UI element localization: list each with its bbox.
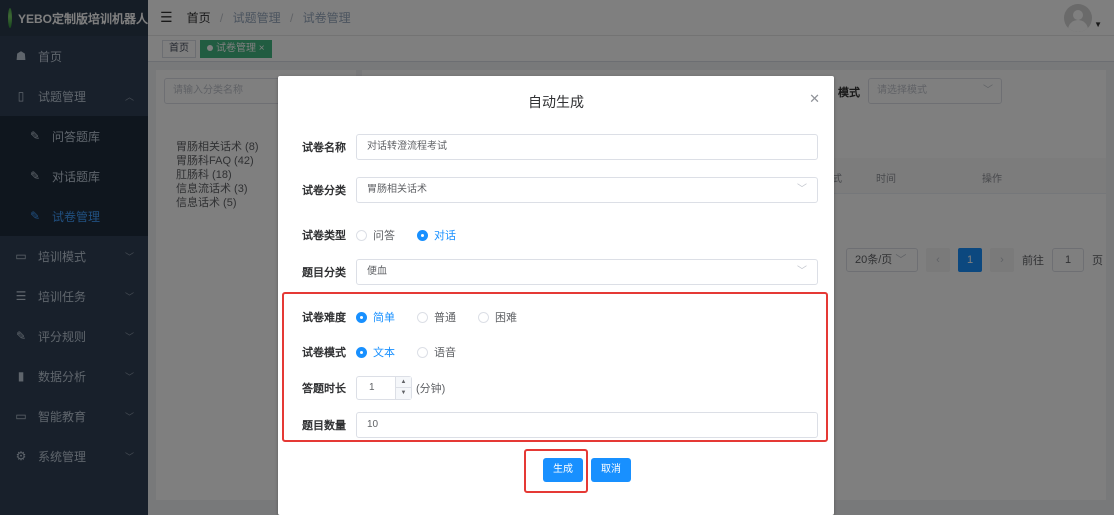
form-row-subject: 题目分类 便血 ﹀ [278, 259, 834, 285]
form-row-category: 试卷分类 胃肠相关话术 ﹀ [278, 177, 834, 203]
chevron-down-icon: ﹀ [797, 184, 807, 195]
radio-circle [356, 229, 367, 241]
exam-type-label: 试卷类型 [302, 230, 346, 242]
subject-category-label: 题目分类 [302, 267, 346, 279]
subject-category-select[interactable]: 便血 ﹀ [356, 259, 818, 285]
cancel-button[interactable]: 取消 [591, 458, 631, 482]
type-radio-qa[interactable]: 问答 [356, 227, 395, 243]
radio-circle [417, 229, 428, 241]
exam-name-input[interactable]: 对话转澄流程考试 [356, 134, 818, 160]
form-row-name: 试卷名称 对话转澄流程考试 [278, 134, 834, 160]
exam-category-select[interactable]: 胃肠相关话术 ﹀ [356, 177, 818, 203]
type-radio-dialog[interactable]: 对话 [417, 227, 456, 243]
exam-name-label: 试卷名称 [302, 142, 346, 154]
chevron-down-icon: ﹀ [797, 266, 807, 277]
form-row-type: 试卷类型 问答 对话 [278, 222, 834, 248]
close-icon[interactable]: ✕ [809, 91, 820, 107]
exam-category-label: 试卷分类 [302, 185, 346, 197]
highlight-annotation-button [524, 449, 588, 493]
highlight-annotation-form [282, 292, 828, 442]
dialog-title: 自动生成 [528, 94, 584, 110]
